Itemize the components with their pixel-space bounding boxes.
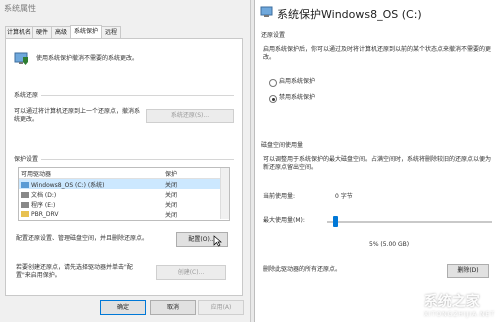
tab-remote[interactable]: 远程 <box>101 26 121 38</box>
watermark-logo: 系统之家 XITONGZHIJIA.NET <box>424 291 495 318</box>
current-usage-value: 0 字节 <box>335 193 353 200</box>
table-row[interactable]: PBR_DRV 关闭 <box>19 209 229 219</box>
tab-panel: 使用系统保护撤消不需要的系统更改。 系统还原 可以通过将计算机还原到上一个还原点… <box>5 38 243 296</box>
window-title: 系统属性 <box>4 4 36 13</box>
restore-settings-description: 启用系统保护后，你可以通过及时将计算机还原到以前的某个状态点来撤消不需要的更改。 <box>263 46 492 61</box>
delete-description: 删除此驱动器的所有还原点。 <box>263 266 342 273</box>
current-usage-label: 当前使用量: <box>263 193 296 200</box>
disable-protection-radio[interactable] <box>269 95 277 103</box>
column-header-drives[interactable]: 可用驱动器 <box>19 168 163 179</box>
restore-settings-title: 还原设置 <box>261 32 286 39</box>
configure-description: 配置还原设置、管理磁盘空间，并且删除还原点。 <box>16 235 149 242</box>
group-title-protection-settings: 保护设置 <box>14 154 42 163</box>
drive-name: 文档 (D:) <box>31 191 57 199</box>
max-usage-slider-track[interactable] <box>327 221 492 223</box>
drive-name: PBR_DRV <box>31 210 59 218</box>
max-usage-slider-thumb[interactable] <box>333 216 339 227</box>
system-protection-dialog: 系统保护Windows8_OS (C:) 还原设置 启用系统保护后，你可以通过及… <box>254 0 500 322</box>
enable-protection-label[interactable]: 启用系统保护 <box>279 78 315 86</box>
table-row[interactable]: Windows8_OS (C:) (系统) 关闭 <box>19 178 229 189</box>
drive-name: 程序 (E:) <box>31 201 56 209</box>
protection-settings-group: 保护设置 <box>14 154 234 163</box>
system-properties-window: 系统属性 计算机名 硬件 高级 系统保护 远程 使用系统保护撤消不需要的系统更改… <box>0 0 251 322</box>
folder-icon <box>21 211 29 217</box>
create-button[interactable]: 创建(C)... <box>156 265 226 280</box>
computer-shield-icon <box>14 52 28 65</box>
table-row[interactable]: 文档 (D:) 关闭 <box>19 189 229 199</box>
group-title-system-restore: 系统还原 <box>14 90 42 99</box>
dialog-title: 系统保护Windows8_OS (C:) <box>277 8 422 21</box>
max-usage-value: 5% (5.00 GB) <box>369 241 410 248</box>
drive-icon <box>21 202 29 208</box>
tab-advanced[interactable]: 高级 <box>51 26 71 38</box>
drive-icon <box>21 192 29 198</box>
ok-button[interactable]: 确定 <box>100 300 146 315</box>
disable-protection-label[interactable]: 禁用系统保护 <box>279 94 315 102</box>
cancel-button[interactable]: 取消 <box>150 300 196 315</box>
table-row[interactable]: 程序 (E:) 关闭 <box>19 199 229 209</box>
system-protection-icon <box>260 6 273 17</box>
max-usage-label: 最大使用量(M): <box>263 217 305 224</box>
system-drive-icon <box>21 182 29 188</box>
drive-list-scrollbar[interactable] <box>220 168 229 219</box>
drive-name: Windows8_OS (C:) (系统) <box>31 181 105 189</box>
create-description: 若要创建还原点，请先选择驱动器并单击"配置"来启用保护。 <box>16 264 133 279</box>
tab-computer-name[interactable]: 计算机名 <box>5 26 33 38</box>
disk-usage-description: 可以调整用于系统保护的最大磁盘空间。占满空间时，系统将删除较旧的还原点以便为新还… <box>263 156 492 171</box>
restore-description: 可以通过将计算机还原到上一个还原点，撤消系统更改。 <box>14 108 141 123</box>
drive-list[interactable]: 可用驱动器 保护 Windows8_OS (C:) (系统) 关闭 文档 (D:… <box>18 167 230 221</box>
disk-usage-title: 磁盘空间使用量 <box>261 142 304 149</box>
system-restore-group: 系统还原 <box>14 90 234 99</box>
watermark-subtext: XITONGZHIJIA.NET <box>423 311 495 318</box>
intro-text: 使用系统保护撤消不需要的系统更改。 <box>36 55 139 62</box>
apply-button[interactable]: 应用(A) <box>198 300 244 315</box>
enable-protection-radio[interactable] <box>269 79 277 87</box>
drive-list-header: 可用驱动器 保护 <box>19 168 229 179</box>
watermark-text: 系统之家 <box>423 294 480 310</box>
system-restore-button[interactable]: 系统还原(S)... <box>146 109 234 123</box>
delete-button[interactable]: 删除(D) <box>447 264 489 278</box>
mouse-cursor-icon <box>213 235 222 247</box>
tab-system-protection[interactable]: 系统保护 <box>70 25 102 38</box>
tab-hardware[interactable]: 硬件 <box>32 26 52 38</box>
